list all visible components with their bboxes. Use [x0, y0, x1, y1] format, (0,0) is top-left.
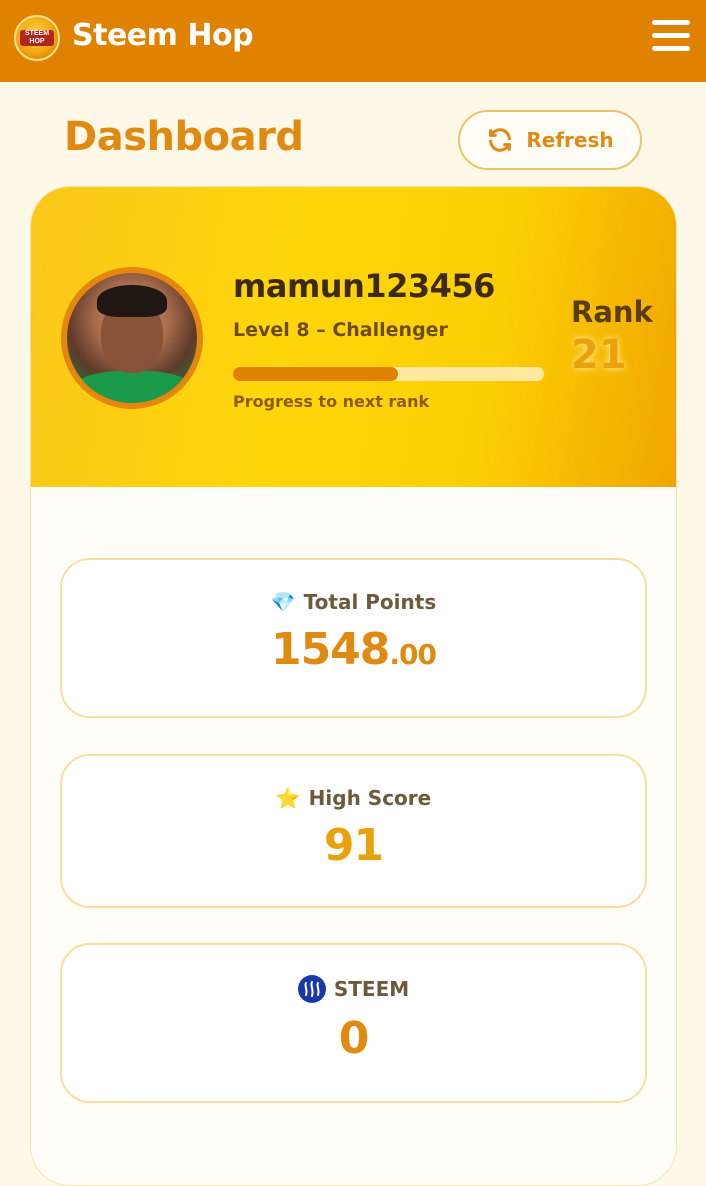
steem-value: 0	[338, 1013, 370, 1064]
level-text: Level 8 – Challenger	[233, 319, 448, 341]
high-score-card: ⭐ High Score 91	[60, 754, 647, 908]
steem-card: STEEM 0	[60, 943, 647, 1103]
refresh-button[interactable]: Refresh	[458, 110, 642, 170]
hamburger-menu-icon[interactable]	[652, 20, 692, 56]
refresh-label: Refresh	[526, 128, 614, 152]
rank-value: 21	[571, 332, 627, 378]
total-points-value: 1548.00	[62, 624, 645, 675]
steem-hop-logo[interactable]: STEEM HOP	[14, 15, 60, 61]
total-points-card: 💎 Total Points 1548.00	[60, 558, 647, 718]
steem-icon	[297, 975, 326, 1003]
total-points-decimal: .00	[389, 638, 437, 671]
rank-progress-fill	[233, 367, 398, 381]
page-title: Dashboard	[64, 114, 304, 160]
steem-title: STEEM	[333, 977, 410, 1001]
rank-label: Rank	[571, 295, 653, 329]
refresh-icon	[489, 128, 512, 152]
high-score-title: High Score	[308, 786, 432, 810]
username: mamun123456	[233, 267, 495, 305]
star-icon: ⭐	[275, 786, 301, 810]
gem-icon: 💎	[270, 590, 296, 614]
high-score-value: 91	[323, 820, 384, 871]
profile-banner: mamun123456 Level 8 – Challenger Progres…	[31, 187, 676, 487]
progress-label: Progress to next rank	[233, 392, 430, 411]
app-brand[interactable]: Steem Hop	[72, 18, 254, 53]
total-points-title: Total Points	[303, 590, 437, 614]
total-points-integer: 1548	[270, 624, 390, 675]
logo-text: STEEM HOP	[20, 30, 54, 46]
top-bar: STEEM HOP Steem Hop	[0, 0, 706, 82]
rank-progress-bar	[233, 367, 544, 381]
avatar[interactable]	[61, 267, 203, 409]
